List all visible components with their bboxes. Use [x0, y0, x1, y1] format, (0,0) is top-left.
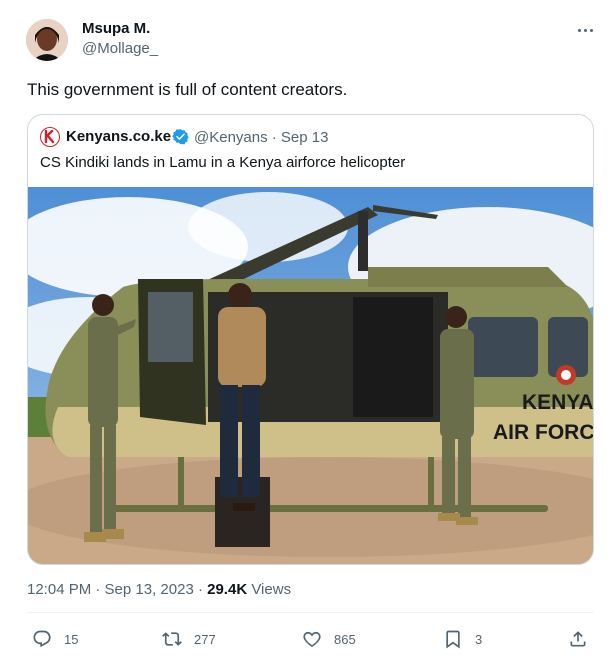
- verified-badge-icon: [172, 128, 189, 145]
- bookmark-icon: [446, 630, 460, 649]
- aircraft-text-air-force: AIR FORCE: [493, 421, 594, 444]
- more-icon[interactable]: [574, 20, 596, 40]
- divider: [27, 612, 594, 613]
- quote-handle-date[interactable]: @Kenyans · Sep 13: [194, 129, 328, 146]
- reply-icon: [33, 630, 51, 648]
- avatar[interactable]: [26, 19, 68, 61]
- kenyans-logo-icon[interactable]: [40, 127, 60, 147]
- reply-count: 15: [64, 631, 79, 647]
- retweet-icon: [162, 632, 182, 646]
- tweet-timestamp[interactable]: 12:04 PM · Sep 13, 2023 ·: [27, 581, 207, 598]
- bookmark-button[interactable]: 3: [443, 628, 482, 650]
- bookmark-count: 3: [475, 631, 483, 647]
- retweet-button[interactable]: 277: [162, 628, 216, 650]
- quoted-tweet[interactable]: Kenyans.co.ke @Kenyans · Sep 13 CS Kindi…: [27, 114, 594, 565]
- like-count: 865: [334, 631, 356, 647]
- retweet-count: 277: [194, 631, 216, 647]
- quote-text: CS Kindiki lands in Lamu in a Kenya airf…: [40, 154, 406, 171]
- share-button[interactable]: [568, 628, 588, 650]
- author-handle[interactable]: @Mollage_: [82, 40, 158, 57]
- tweet-text: This government is full of content creat…: [27, 80, 348, 99]
- quote-author-name[interactable]: Kenyans.co.ke: [66, 128, 171, 145]
- share-icon: [570, 631, 586, 647]
- aircraft-text-kenya: KENYA: [522, 391, 594, 414]
- tweet[interactable]: Msupa M. @Mollage_ This government is fu…: [0, 0, 615, 663]
- author-name[interactable]: Msupa M.: [82, 20, 150, 37]
- quote-photo[interactable]: KENYA AIR FORCE: [28, 187, 594, 564]
- views-count: 29.4K: [207, 581, 248, 598]
- views-label: Views: [247, 581, 292, 598]
- tweet-meta: 12:04 PM · Sep 13, 2023 · 29.4K Views: [27, 581, 291, 598]
- reply-button[interactable]: 15: [32, 628, 78, 650]
- like-button[interactable]: 865: [302, 628, 356, 650]
- heart-icon: [303, 631, 321, 647]
